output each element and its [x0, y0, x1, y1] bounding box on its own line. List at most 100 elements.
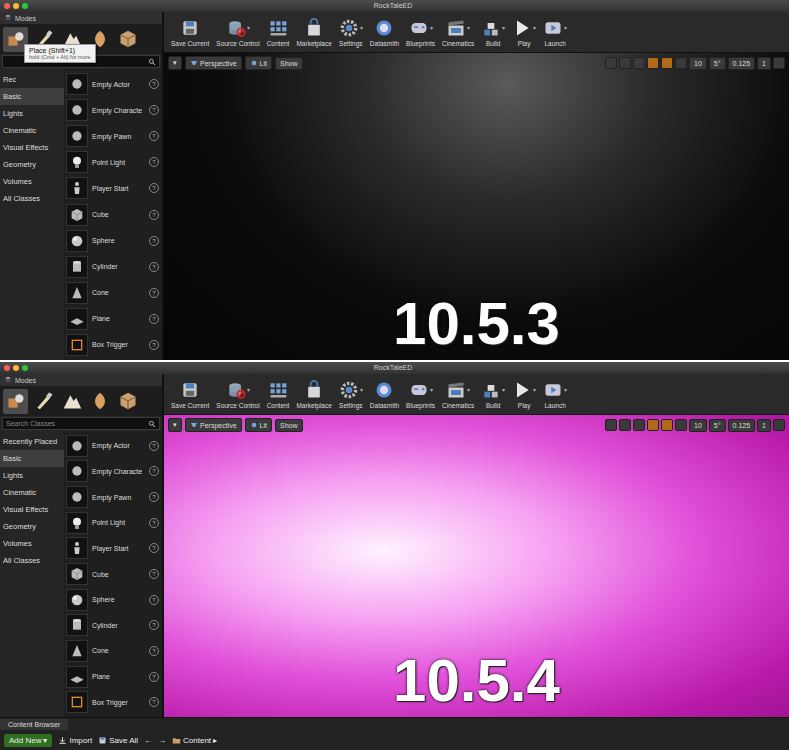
- toolbar-button[interactable]: Marketplace: [293, 380, 334, 409]
- maximize-icon[interactable]: [773, 57, 785, 69]
- transform-tool-icon[interactable]: [605, 57, 617, 69]
- transform-tool-icon[interactable]: [661, 419, 673, 431]
- window-button[interactable]: [4, 3, 10, 9]
- category-item[interactable]: Rec: [0, 71, 64, 88]
- category-item[interactable]: Geometry: [0, 518, 64, 535]
- category-item[interactable]: Lights: [0, 105, 64, 122]
- dropdown-icon[interactable]: ▾: [360, 24, 363, 31]
- help-icon[interactable]: ?: [149, 620, 159, 630]
- class-item[interactable]: Cone?: [66, 638, 159, 664]
- toolbar-button[interactable]: Save Current: [168, 18, 212, 47]
- window-button[interactable]: [13, 365, 19, 371]
- category-item[interactable]: All Classes: [0, 552, 64, 569]
- mode-tab[interactable]: [3, 389, 28, 414]
- help-icon[interactable]: ?: [149, 288, 159, 298]
- toolbar-button[interactable]: Content: [264, 18, 293, 47]
- dropdown-icon[interactable]: ▾: [502, 386, 505, 393]
- class-item[interactable]: Empty Actor?: [66, 71, 159, 97]
- help-icon[interactable]: ?: [149, 543, 159, 553]
- toolbar-button[interactable]: ▾Cinematics: [439, 380, 477, 409]
- mode-tab[interactable]: [59, 389, 84, 414]
- dropdown-icon[interactable]: ▾: [533, 24, 536, 31]
- toolbar-button[interactable]: Datasmith: [367, 18, 402, 47]
- perspective-button[interactable]: Perspective: [185, 418, 242, 432]
- category-item[interactable]: Volumes: [0, 173, 64, 190]
- help-icon[interactable]: ?: [149, 262, 159, 272]
- category-item[interactable]: Basic: [0, 450, 64, 467]
- dropdown-icon[interactable]: ▾: [247, 386, 250, 393]
- camera-speed[interactable]: 1: [757, 419, 771, 432]
- toolbar-button[interactable]: ▾Source Control: [213, 18, 262, 47]
- category-item[interactable]: Volumes: [0, 535, 64, 552]
- transform-tool-icon[interactable]: [661, 57, 673, 69]
- path-crumb[interactable]: Content▸: [172, 736, 217, 745]
- dropdown-icon[interactable]: ▾: [430, 386, 433, 393]
- window-button[interactable]: [4, 365, 10, 371]
- help-icon[interactable]: ?: [149, 466, 159, 476]
- dropdown-icon[interactable]: ▾: [502, 24, 505, 31]
- help-icon[interactable]: ?: [149, 157, 159, 167]
- toolbar-button[interactable]: ▾Play: [509, 18, 539, 47]
- window-button[interactable]: [13, 3, 19, 9]
- class-item[interactable]: Box Trigger?: [66, 332, 159, 358]
- dropdown-icon[interactable]: ▾: [564, 386, 567, 393]
- back-button[interactable]: ←: [144, 736, 152, 745]
- help-icon[interactable]: ?: [149, 441, 159, 451]
- transform-tool-icon[interactable]: [675, 419, 687, 431]
- category-item[interactable]: Basic: [0, 88, 64, 105]
- dropdown-icon[interactable]: ▾: [430, 24, 433, 31]
- show-button[interactable]: Show: [275, 419, 303, 432]
- grid-snap[interactable]: 10: [689, 419, 707, 432]
- viewport[interactable]: ▾PerspectiveLitShow105°0.125110.5.4: [164, 415, 789, 717]
- help-icon[interactable]: ?: [149, 595, 159, 605]
- toolbar-button[interactable]: ▾Settings: [336, 380, 366, 409]
- dropdown-icon[interactable]: ▾: [533, 386, 536, 393]
- class-item[interactable]: Plane?: [66, 664, 159, 690]
- mode-tab[interactable]: [87, 389, 112, 414]
- help-icon[interactable]: ?: [149, 646, 159, 656]
- camera-speed[interactable]: 1: [757, 57, 771, 70]
- class-item[interactable]: Box Trigger?: [66, 689, 159, 715]
- category-item[interactable]: Cinematic: [0, 484, 64, 501]
- help-icon[interactable]: ?: [149, 672, 159, 682]
- category-item[interactable]: Lights: [0, 467, 64, 484]
- category-item[interactable]: Cinematic: [0, 122, 64, 139]
- transform-tool-icon[interactable]: [647, 419, 659, 431]
- dropdown-icon[interactable]: ▾: [564, 24, 567, 31]
- dropdown-icon[interactable]: ▾: [247, 24, 250, 31]
- class-item[interactable]: Player Start?: [66, 175, 159, 201]
- dropdown-icon[interactable]: ▾: [360, 386, 363, 393]
- toolbar-button[interactable]: ▾Build: [478, 18, 508, 47]
- help-icon[interactable]: ?: [149, 105, 159, 115]
- mode-tab[interactable]: [31, 389, 56, 414]
- transform-tool-icon[interactable]: [633, 57, 645, 69]
- mode-tab[interactable]: [115, 27, 140, 52]
- dropdown-icon[interactable]: ▾: [467, 24, 470, 31]
- help-icon[interactable]: ?: [149, 569, 159, 579]
- toolbar-button[interactable]: ▾Settings: [336, 18, 366, 47]
- show-button[interactable]: Show: [275, 57, 303, 70]
- class-item[interactable]: Point Light?: [66, 510, 159, 536]
- toolbar-button[interactable]: ▾Build: [478, 380, 508, 409]
- help-icon[interactable]: ?: [149, 210, 159, 220]
- scale-snap[interactable]: 0.125: [728, 57, 756, 70]
- toolbar-button[interactable]: ▾Play: [509, 380, 539, 409]
- help-icon[interactable]: ?: [149, 340, 159, 350]
- category-item[interactable]: Geometry: [0, 156, 64, 173]
- window-button[interactable]: [22, 3, 28, 9]
- class-item[interactable]: Point Light?: [66, 149, 159, 175]
- scale-snap[interactable]: 0.125: [728, 419, 756, 432]
- content-browser-tab[interactable]: Content Browser: [0, 719, 68, 730]
- toolbar-button[interactable]: ▾Blueprints: [403, 380, 438, 409]
- toolbar-button[interactable]: Marketplace: [293, 18, 334, 47]
- toolbar-button[interactable]: Save Current: [168, 380, 212, 409]
- category-item[interactable]: Recently Placed: [0, 433, 64, 450]
- rotation-snap[interactable]: 5°: [709, 419, 726, 432]
- rotation-snap[interactable]: 5°: [709, 57, 726, 70]
- transform-tool-icon[interactable]: [605, 419, 617, 431]
- help-icon[interactable]: ?: [149, 492, 159, 502]
- forward-button[interactable]: →: [158, 736, 166, 745]
- help-icon[interactable]: ?: [149, 79, 159, 89]
- class-item[interactable]: Empty Characte?: [66, 459, 159, 485]
- lit-button[interactable]: Lit: [245, 418, 272, 432]
